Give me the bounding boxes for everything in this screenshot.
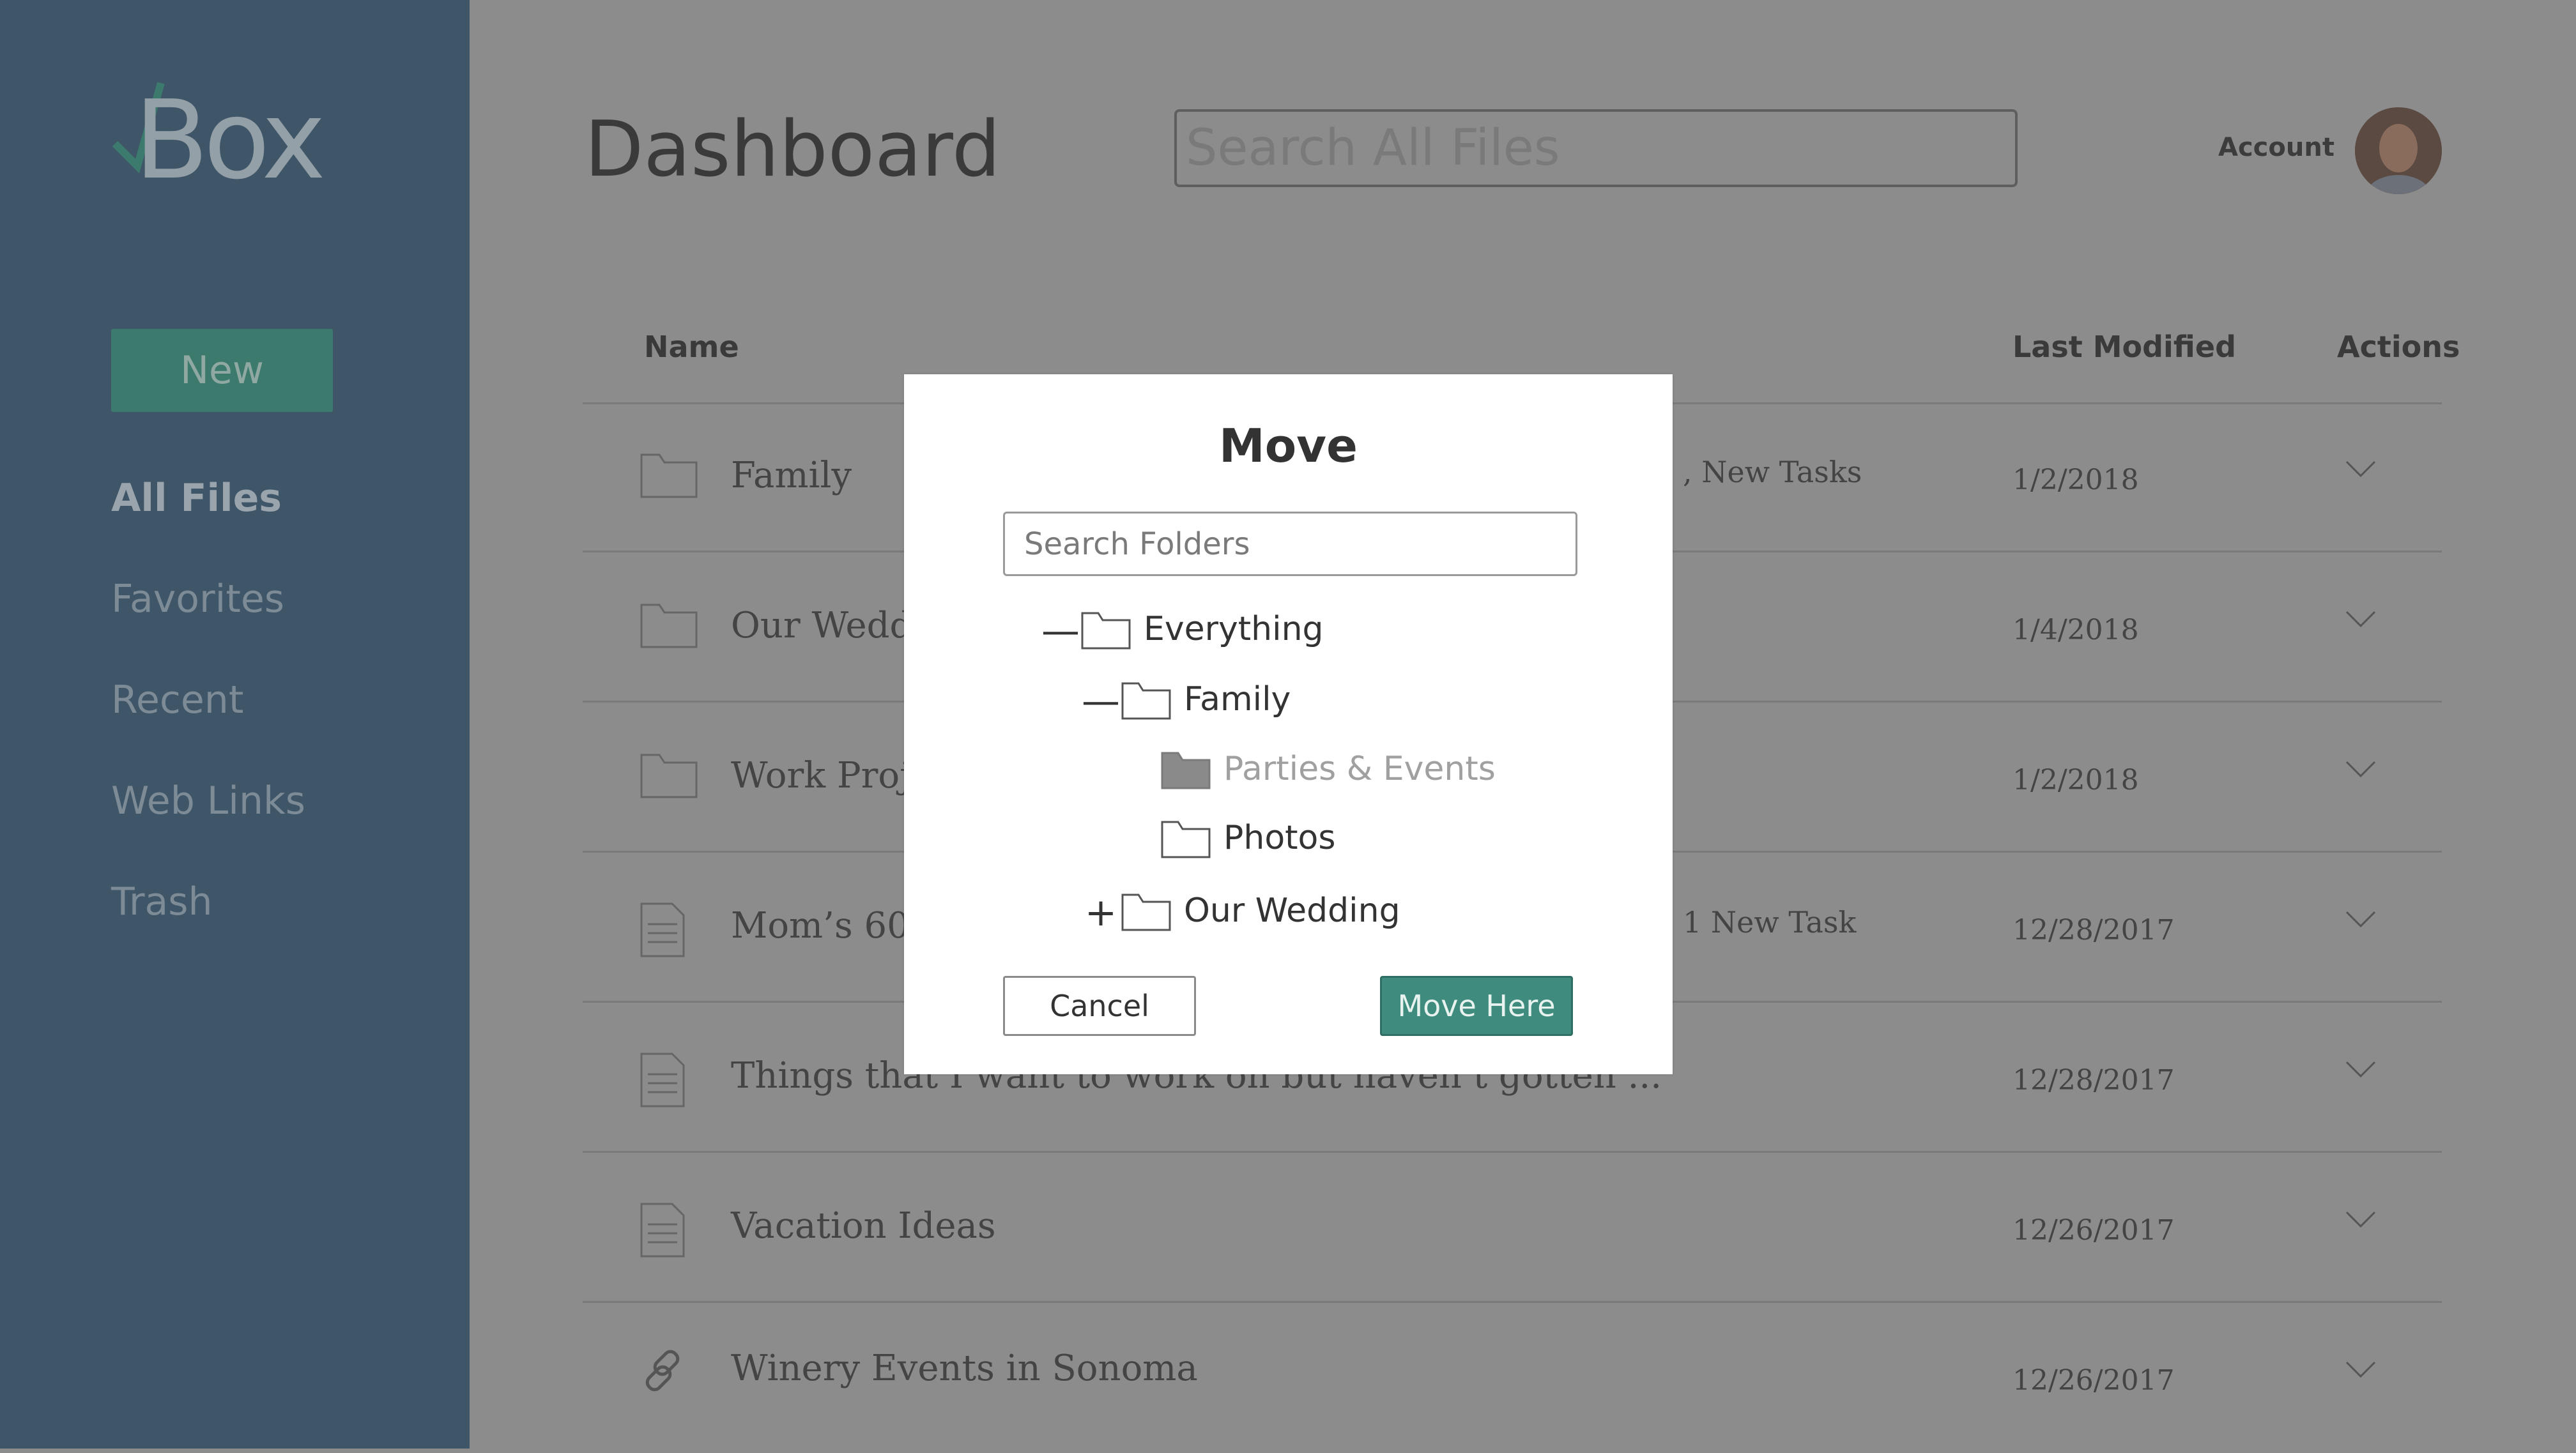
row-date: 1/2/2018	[2012, 764, 2139, 796]
move-here-button[interactable]: Move Here	[1380, 976, 1573, 1036]
search-folders-input[interactable]	[1003, 512, 1577, 576]
folder-icon	[1121, 682, 1171, 720]
document-icon	[640, 902, 685, 957]
account-link[interactable]: Account	[2218, 133, 2334, 162]
cancel-button[interactable]: Cancel	[1003, 976, 1196, 1036]
column-header-name[interactable]: Name	[644, 330, 739, 364]
folder-icon	[1081, 612, 1131, 650]
collapse-icon[interactable]: —	[1041, 602, 1080, 660]
row-date: 12/28/2017	[2012, 1064, 2175, 1097]
chevron-down-icon[interactable]	[2345, 610, 2377, 629]
row-tasks: 1 New Task	[1683, 905, 1857, 940]
link-icon	[645, 1350, 680, 1392]
document-icon	[640, 1053, 685, 1107]
box-logo[interactable]: Box	[109, 77, 326, 198]
chevron-down-icon[interactable]	[2345, 1360, 2377, 1380]
row-date: 1/4/2018	[2012, 614, 2139, 646]
folder-icon	[1161, 821, 1211, 858]
folder-icon	[640, 453, 698, 498]
tree-toggle-spacer	[1121, 742, 1160, 800]
tree-toggle-spacer	[1121, 811, 1160, 869]
document-icon	[640, 1203, 685, 1258]
sidebar-item-trash[interactable]: Trash	[111, 870, 305, 971]
search-all-files-input[interactable]	[1174, 109, 2018, 187]
expand-icon[interactable]: +	[1082, 884, 1120, 941]
sidebar-item-recent[interactable]: Recent	[111, 668, 305, 769]
chevron-down-icon[interactable]	[2345, 1060, 2377, 1079]
tree-item-label: Photos	[1223, 819, 1336, 857]
sidebar: Box New All Files Favorites Recent Web L…	[0, 0, 470, 1449]
column-header-actions: Actions	[2337, 330, 2460, 364]
row-date: 12/26/2017	[2012, 1214, 2175, 1247]
folder-icon	[640, 754, 698, 798]
chevron-down-icon[interactable]	[2345, 910, 2377, 929]
new-button[interactable]: New	[111, 329, 333, 412]
tree-item-label: Family	[1184, 680, 1291, 719]
row-name[interactable]: Mom’s 60t	[731, 905, 924, 947]
folder-icon	[640, 604, 698, 648]
chevron-down-icon[interactable]	[2345, 1210, 2377, 1229]
tree-item-label: Everything	[1144, 610, 1324, 648]
tree-item-label: Our Wedding	[1184, 892, 1400, 930]
row-date: 12/28/2017	[2012, 914, 2175, 947]
dialog-title: Move	[1219, 419, 1358, 473]
sidebar-item-all-files[interactable]: All Files	[111, 466, 305, 567]
page-title: Dashboard	[585, 105, 1001, 194]
folder-icon	[1121, 894, 1171, 931]
collapse-icon[interactable]: —	[1082, 673, 1120, 730]
column-header-last-modified[interactable]: Last Modified	[2012, 330, 2236, 364]
table-row[interactable]: Winery Events in Sonoma 12/26/2017	[583, 1303, 2442, 1453]
table-row[interactable]: Vacation Ideas 12/26/2017	[583, 1153, 2442, 1303]
sidebar-nav: All Files Favorites Recent Web Links Tra…	[111, 466, 305, 971]
chevron-down-icon[interactable]	[2345, 760, 2377, 779]
row-tasks: , New Tasks	[1683, 455, 1862, 489]
folder-filled-icon	[1161, 752, 1211, 789]
sidebar-item-web-links[interactable]: Web Links	[111, 769, 305, 870]
row-name[interactable]: Vacation Ideas	[731, 1205, 996, 1247]
row-date: 12/26/2017	[2012, 1364, 2175, 1397]
row-name[interactable]: Winery Events in Sonoma	[731, 1348, 1198, 1389]
row-date: 1/2/2018	[2012, 464, 2139, 496]
tree-item-label: Parties & Events	[1223, 750, 1496, 788]
logo-text: Box	[134, 77, 326, 204]
move-dialog: Move — Everything — Family Parties & Eve…	[904, 374, 1673, 1074]
row-name[interactable]: Work Proje	[731, 755, 932, 796]
row-name[interactable]: Family	[731, 455, 852, 496]
chevron-down-icon[interactable]	[2345, 460, 2377, 479]
row-name[interactable]: Our Weddi	[731, 605, 924, 646]
avatar[interactable]	[2355, 107, 2442, 194]
sidebar-item-favorites[interactable]: Favorites	[111, 567, 305, 668]
user-photo-icon	[2355, 107, 2442, 194]
